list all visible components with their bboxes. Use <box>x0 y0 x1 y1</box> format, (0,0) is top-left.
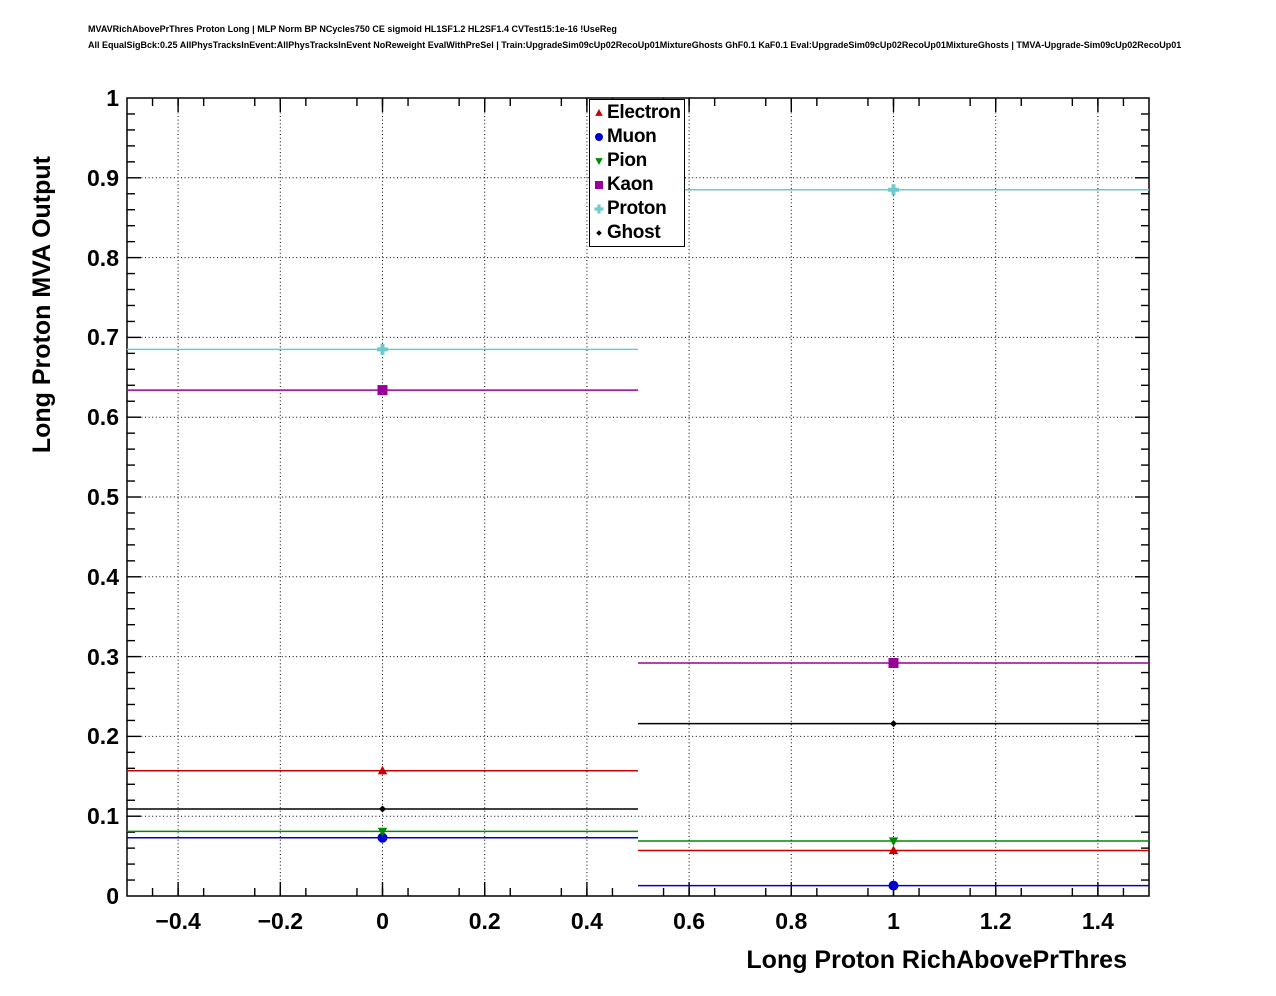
legend-label: Pion <box>607 150 647 172</box>
legend-item-kaon: Kaon <box>592 174 684 197</box>
legend-label: Proton <box>607 198 666 220</box>
diamond-marker-icon <box>592 226 606 240</box>
square-marker-icon <box>592 178 606 192</box>
circle-marker-icon <box>592 130 606 144</box>
legend-item-pion: Pion <box>592 150 684 173</box>
legend-label: Electron <box>607 102 681 124</box>
legend-label: Muon <box>607 126 656 148</box>
legend-item-proton: Proton <box>592 198 684 221</box>
legend-box: ElectronMuonPionKaonProtonGhost <box>589 99 685 247</box>
legend-label: Ghost <box>607 222 660 244</box>
legend-item-ghost: Ghost <box>592 222 684 245</box>
triangle-down-marker-icon <box>592 154 606 168</box>
triangle-up-marker-icon <box>592 106 606 120</box>
series-ghost <box>127 720 1149 812</box>
legend-item-muon: Muon <box>592 126 684 149</box>
legend-label: Kaon <box>607 174 653 196</box>
cross-marker-icon <box>592 202 606 216</box>
root-canvas: MVAVRichAbovePrThres Proton Long | MLP N… <box>0 0 1276 996</box>
legend-item-electron: Electron <box>592 102 684 125</box>
